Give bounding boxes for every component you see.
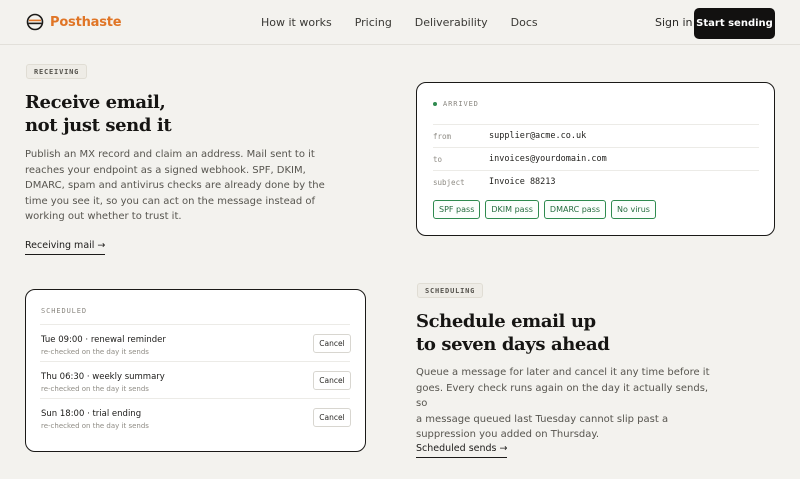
start-sending-button[interactable]: Start sending [694,8,775,39]
receiving-heading-line-1: Receive email, [25,92,166,113]
scheduled-row: Thu 06:30 · weekly summary re-checked on… [40,361,351,398]
check-badge-dmarc: DMARC pass [543,200,607,219]
field-value: Invoice 88213 [489,177,556,187]
scheduling-description-line: suppression you added on Thursday. [416,429,600,440]
nav-deliverability[interactable]: Deliverability [415,16,488,29]
nav-pricing[interactable]: Pricing [355,16,392,29]
field-value: invoices@yourdomain.com [489,154,607,164]
field-row-subject: subject Invoice 88213 [433,170,759,193]
scheduled-title: Sun 18:00 · trial ending [41,409,142,419]
field-value: supplier@acme.co.uk [489,131,587,141]
receiving-heading: Receive email, not just send it [25,91,172,137]
check-badge-spf: SPF pass [433,200,481,219]
cancel-button[interactable]: Cancel [313,371,351,390]
scheduling-description-line: Queue a message for later and cancel it … [416,367,710,378]
scheduling-description-line: goes. Every check runs again on the day … [416,382,709,410]
field-row-to: to invoices@yourdomain.com [433,147,759,170]
scheduling-description-line: a message queued last Tuesday cannot sli… [416,413,669,425]
field-key: subject [433,177,465,187]
scheduled-row: Sun 18:00 · trial ending re-checked on t… [40,398,351,435]
receiving-description-line: DMARC, spam and antivirus checks are alr… [25,180,325,191]
field-key: from [433,131,452,141]
status-dot-icon [433,102,437,106]
logo-icon [26,13,44,31]
scheduling-heading: Schedule email up to seven days ahead [416,310,610,356]
scheduled-title: Tue 09:00 · renewal reminder [41,335,166,345]
scheduled-title: Thu 06:30 · weekly summary [41,372,165,382]
cancel-button[interactable]: Cancel [313,334,351,353]
cancel-button[interactable]: Cancel [313,408,351,427]
scheduled-subtitle: re-checked on the day it sends [41,385,149,393]
check-badge-dkim: DKIM pass [485,200,539,219]
scheduled-subtitle: re-checked on the day it sends [41,422,149,430]
top-nav-bar: Posthaste How it works Pricing Deliverab… [0,0,800,45]
receiving-heading-line-2: not just send it [25,115,172,136]
scheduled-row: Tue 09:00 · renewal reminder re-checked … [40,324,351,361]
field-row-from: from supplier@acme.co.uk [433,124,759,147]
arrived-status-label: ARRIVED [443,100,479,108]
main-nav: How it works Pricing Deliverability Docs [261,16,561,29]
receiving-tag: RECEIVING [26,64,88,79]
receiving-mail-link[interactable]: Receiving mail → [25,240,106,255]
receiving-description-line: Publish an MX record and claim an addres… [25,149,315,160]
receiving-description-line: working out whether to trust it. [25,211,182,222]
check-badge-virus: No virus [611,200,656,219]
scheduling-heading-line-2: to seven days ahead [416,334,610,355]
field-key: to [433,154,443,164]
auth-checks: SPF pass DKIM pass DMARC pass No virus [433,200,661,219]
receiving-description-line: reaches your endpoint as a signed webhoo… [25,164,306,176]
scheduling-heading-line-1: Schedule email up [416,311,596,332]
brand-logo[interactable]: Posthaste [26,13,122,31]
receiving-description-line: time you see it, so you can act on the m… [25,195,316,207]
scheduling-tag: SCHEDULING [417,283,484,298]
sign-in-link[interactable]: Sign in [655,16,693,29]
scheduled-emails-card: SCHEDULED Tue 09:00 · renewal reminder r… [25,289,366,452]
receiving-description: Publish an MX record and claim an addres… [25,147,325,225]
nav-how-it-works[interactable]: How it works [261,16,332,29]
scheduled-label: SCHEDULED [41,307,88,315]
scheduled-subtitle: re-checked on the day it sends [41,348,149,356]
scheduled-sends-link[interactable]: Scheduled sends → [416,443,508,458]
nav-docs[interactable]: Docs [511,16,538,29]
arrived-email-card: ARRIVED from supplier@acme.co.uk to invo… [416,82,775,236]
brand-name: Posthaste [50,14,122,30]
scheduling-description: Queue a message for later and cancel it … [416,365,716,443]
